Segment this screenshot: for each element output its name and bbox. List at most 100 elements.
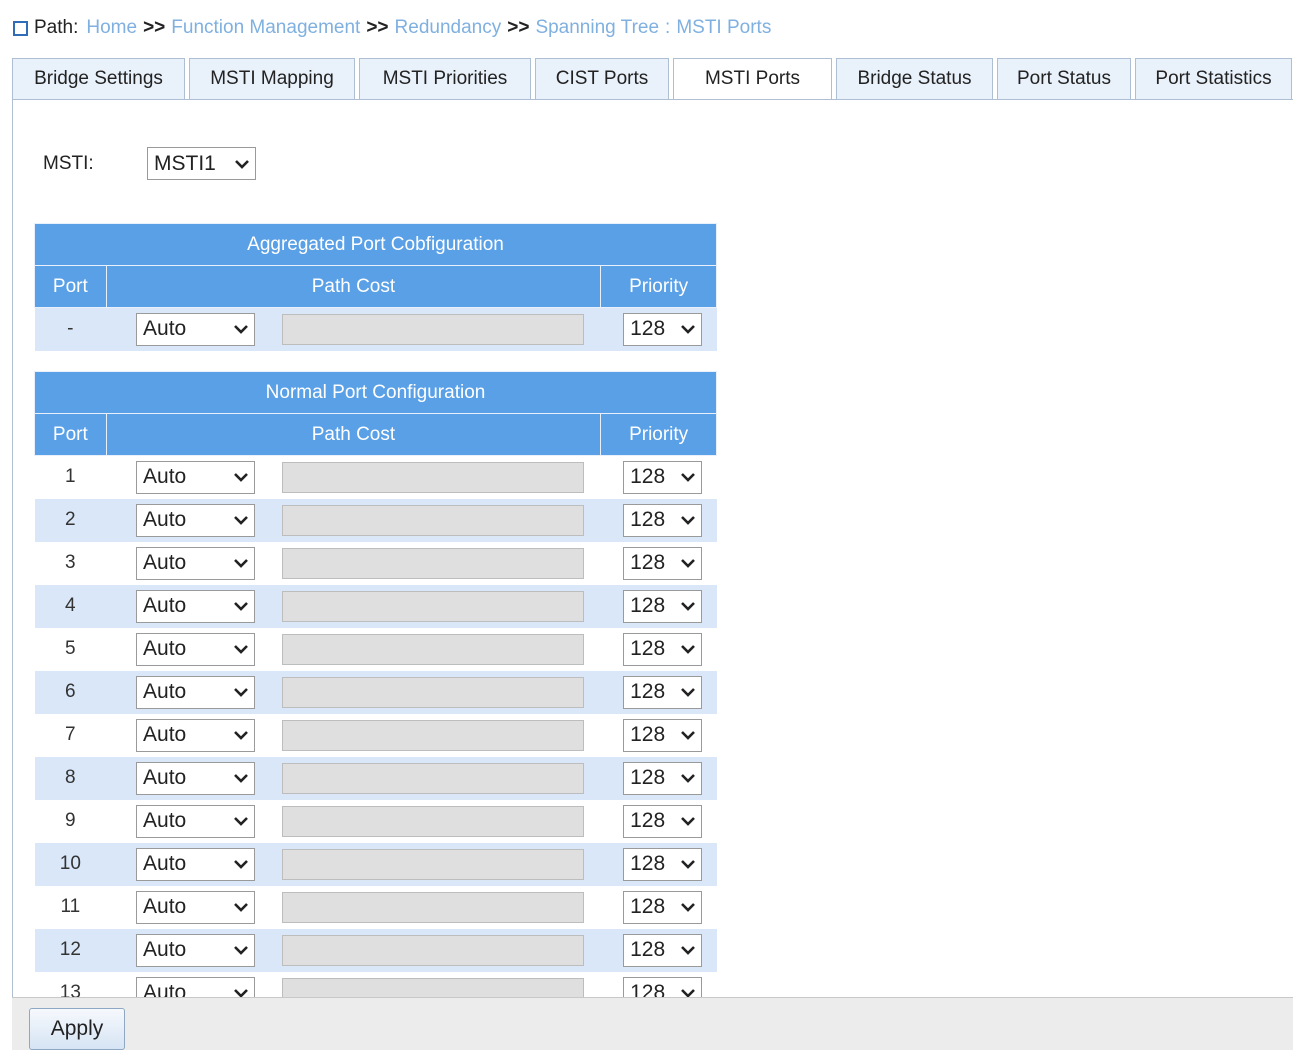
path-cost-mode-value: Auto (143, 317, 187, 341)
path-cost-mode-select[interactable]: Auto (136, 589, 256, 623)
chevron-down-icon (234, 860, 248, 869)
normal-port-table: Normal Port Configuration Port Path Cost… (34, 371, 717, 997)
table-row: 1 Auto 128 (34, 455, 717, 499)
path-cost-mode-select[interactable]: Auto (136, 312, 256, 346)
path-cost-mode-value: Auto (143, 637, 187, 660)
priority-select[interactable]: 128 (623, 804, 703, 838)
priority-select[interactable]: 128 (623, 312, 703, 346)
tab-msti-priorities[interactable]: MSTI Priorities (359, 58, 531, 100)
normal-table-title: Normal Port Configuration (34, 371, 717, 414)
priority-select[interactable]: 128 (623, 546, 703, 580)
breadcrumb-separator: >> (507, 17, 530, 38)
path-cost-mode-select[interactable]: Auto (136, 976, 256, 997)
priority-select[interactable]: 128 (623, 589, 703, 623)
path-cost-input[interactable] (281, 719, 584, 751)
table-row: 13 Auto 128 (34, 971, 717, 997)
priority-column-header: Priority (600, 413, 717, 456)
tab-msti-mapping[interactable]: MSTI Mapping (189, 58, 355, 100)
priority-column-header: Priority (600, 265, 717, 308)
chevron-down-icon (234, 774, 248, 783)
path-cost-mode-select[interactable]: Auto (136, 890, 256, 924)
priority-select[interactable]: 128 (623, 460, 703, 494)
path-cost-mode-select[interactable]: Auto (136, 503, 256, 537)
path-cost-column-header: Path Cost (105, 265, 602, 308)
priority-select[interactable]: 128 (623, 632, 703, 666)
breadcrumb-item-function-management[interactable]: Function Management (171, 17, 360, 39)
tab-bridge-settings[interactable]: Bridge Settings (12, 58, 185, 100)
chevron-down-icon (234, 473, 248, 483)
path-cost-mode-select[interactable]: Auto (136, 847, 256, 881)
chevron-down-icon (234, 817, 248, 826)
tab-bridge-status[interactable]: Bridge Status (836, 58, 993, 100)
path-cost-input[interactable] (281, 934, 584, 966)
priority-value: 128 (630, 766, 666, 789)
msti-select-value: MSTI1 (154, 151, 216, 175)
path-cost-input[interactable] (281, 977, 584, 997)
path-cost-input[interactable] (281, 547, 584, 579)
path-cost-mode-select[interactable]: Auto (136, 460, 256, 494)
chevron-down-icon (681, 946, 696, 955)
path-cost-mode-select[interactable]: Auto (136, 546, 256, 580)
priority-select[interactable]: 128 (623, 761, 703, 795)
port-cell: 8 (34, 756, 107, 800)
port-cell: 9 (34, 799, 107, 843)
breadcrumb-item-redundancy[interactable]: Redundancy (395, 17, 502, 39)
path-cost-input[interactable] (281, 676, 584, 708)
path-cost-mode-value: Auto (143, 809, 187, 832)
breadcrumb-item-home[interactable]: Home (86, 17, 137, 39)
priority-select[interactable]: 128 (623, 718, 703, 752)
chevron-down-icon (681, 860, 696, 869)
path-cost-mode-select[interactable]: Auto (136, 675, 256, 709)
port-cell: 5 (34, 627, 107, 671)
path-cost-mode-select[interactable]: Auto (136, 718, 256, 752)
path-cost-mode-value: Auto (143, 766, 187, 789)
path-cost-mode-select[interactable]: Auto (136, 761, 256, 795)
path-cost-input[interactable] (281, 461, 584, 493)
path-cost-input[interactable] (281, 762, 584, 794)
breadcrumb: Path: Home >> Function Management >> Red… (13, 14, 771, 42)
chevron-down-icon (681, 731, 696, 740)
chevron-down-icon (681, 559, 696, 568)
chevron-down-icon (681, 688, 696, 697)
path-cost-column-header: Path Cost (105, 413, 602, 456)
path-cost-input[interactable] (281, 590, 584, 622)
priority-select[interactable]: 128 (623, 933, 703, 967)
path-cost-input[interactable] (281, 848, 584, 880)
chevron-down-icon (681, 325, 696, 335)
chevron-down-icon (234, 645, 248, 654)
msti-select[interactable]: MSTI1 (147, 147, 256, 180)
priority-select[interactable]: 128 (623, 976, 703, 997)
chevron-down-icon (681, 817, 696, 826)
table-row: - Auto 128 (34, 307, 717, 351)
port-cell: 1 (34, 455, 107, 499)
tab-port-statistics[interactable]: Port Statistics (1135, 58, 1292, 100)
priority-value: 128 (630, 680, 666, 703)
path-cost-mode-value: Auto (143, 895, 187, 918)
path-cost-input[interactable] (281, 891, 584, 923)
path-cost-input[interactable] (281, 805, 584, 837)
path-cost-mode-select[interactable]: Auto (136, 933, 256, 967)
table-row: 10 Auto 128 (34, 842, 717, 886)
chevron-down-icon (234, 989, 248, 997)
port-cell: 13 (34, 971, 107, 997)
port-cell: 7 (34, 713, 107, 757)
priority-select[interactable]: 128 (623, 890, 703, 924)
path-cost-input[interactable] (281, 504, 584, 536)
breadcrumb-item-spanning-tree[interactable]: Spanning Tree (535, 17, 659, 39)
chevron-down-icon (234, 946, 248, 955)
tab-port-status[interactable]: Port Status (997, 58, 1131, 100)
path-cost-input[interactable] (281, 633, 584, 665)
path-cost-mode-select[interactable]: Auto (136, 632, 256, 666)
tab-msti-ports[interactable]: MSTI Ports (673, 58, 832, 100)
tab-cist-ports[interactable]: CIST Ports (535, 58, 669, 100)
chevron-down-icon (681, 602, 696, 611)
path-cost-mode-select[interactable]: Auto (136, 804, 256, 838)
path-cost-input[interactable] (281, 313, 584, 345)
priority-select[interactable]: 128 (623, 675, 703, 709)
path-cost-mode-value: Auto (143, 551, 187, 574)
priority-select[interactable]: 128 (623, 503, 703, 537)
table-row: 7 Auto 128 (34, 713, 717, 757)
priority-select[interactable]: 128 (623, 847, 703, 881)
priority-value: 128 (630, 852, 666, 875)
apply-button[interactable]: Apply (29, 1008, 125, 1050)
